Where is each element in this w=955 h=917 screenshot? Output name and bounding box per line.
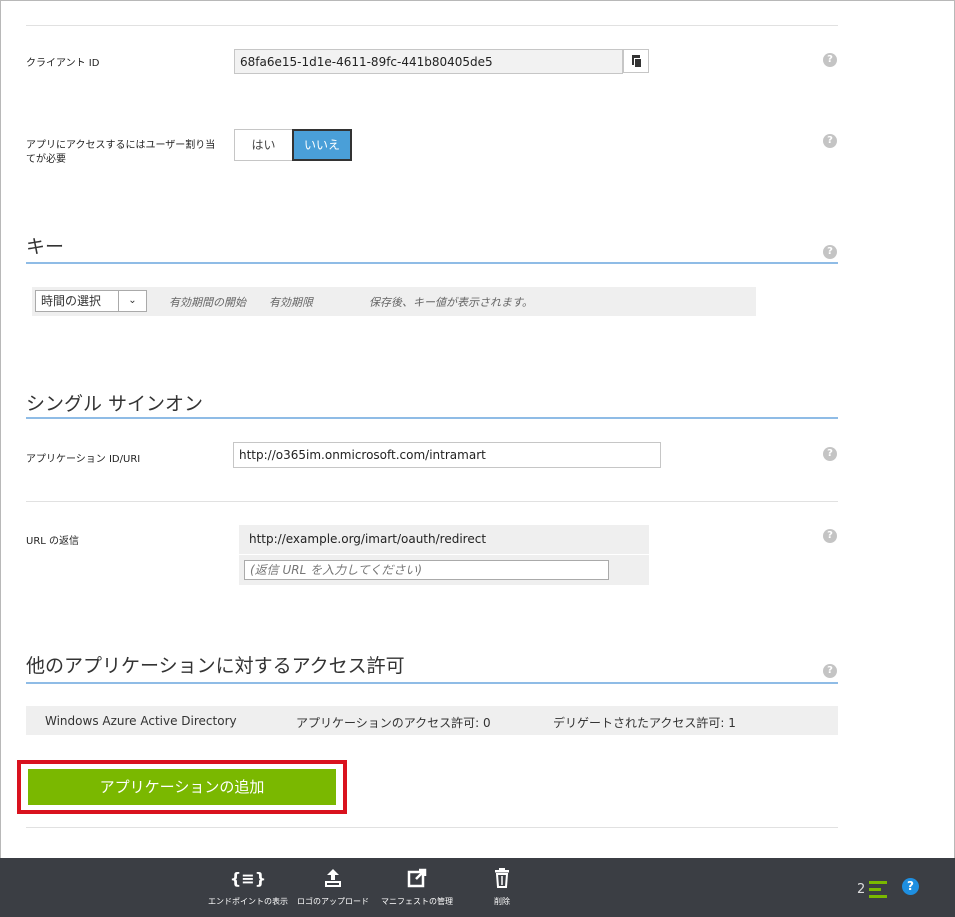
help-icon[interactable]: ?	[823, 447, 837, 461]
section-title-permissions: 他のアプリケーションに対するアクセス許可	[26, 655, 405, 677]
divider	[26, 501, 838, 502]
notifications-icon[interactable]	[869, 881, 887, 898]
client-id-field[interactable]: 68fa6e15-1d1e-4611-89fc-441b80405de5	[234, 49, 623, 74]
section-title-sso: シングル サインオン	[26, 393, 204, 415]
upload-logo-button[interactable]: ロゴのアップロード	[293, 858, 373, 917]
external-link-icon	[377, 868, 457, 890]
notification-count: 2	[857, 882, 866, 897]
command-bar: {≡} エンドポイントの表示 ロゴのアップロード マニフェストの管理 削除 2 …	[0, 858, 955, 917]
help-icon[interactable]: ?	[823, 134, 837, 148]
delegated-permissions-count: デリゲートされたアクセス許可: 1	[553, 716, 736, 730]
duration-select[interactable]: 時間の選択 ⌄	[35, 290, 147, 312]
user-assignment-label: アプリにアクセスするにはユーザー割り当 てが必要	[26, 140, 216, 165]
expire-label: 有効期限	[269, 296, 313, 309]
reply-url-input[interactable]: (返信 URL を入力してください)	[244, 560, 609, 580]
help-button[interactable]: ?	[902, 878, 919, 895]
section-title-keys: キー	[26, 236, 65, 258]
permission-app-name: Windows Azure Active Directory	[45, 714, 237, 728]
add-application-button[interactable]: アプリケーションの追加	[28, 769, 336, 805]
key-row: 時間の選択 ⌄ 有効期間の開始 有効期限 保存後、キー値が表示されます。	[32, 287, 756, 316]
reply-url-value[interactable]: http://example.org/imart/oauth/redirect	[249, 532, 486, 546]
chevron-down-icon: ⌄	[118, 291, 146, 311]
toggle-no[interactable]: いいえ	[292, 129, 352, 161]
highlight-box: アプリケーションの追加	[17, 760, 347, 814]
reply-url-label: URL の返信	[26, 536, 80, 547]
divider	[26, 25, 838, 26]
start-label: 有効期間の開始	[169, 296, 246, 309]
help-icon[interactable]: ?	[823, 245, 837, 259]
upload-icon	[293, 868, 373, 890]
view-endpoints-button[interactable]: {≡} エンドポイントの表示	[205, 858, 291, 917]
reply-url-row: http://example.org/imart/oauth/redirect	[239, 525, 649, 554]
delete-button[interactable]: 削除	[478, 858, 526, 917]
app-permissions-count: アプリケーションのアクセス許可: 0	[296, 716, 491, 730]
key-note: 保存後、キー値が表示されます。	[369, 296, 533, 309]
endpoints-icon: {≡}	[229, 869, 267, 888]
help-icon[interactable]: ?	[823, 529, 837, 543]
section-underline	[26, 262, 838, 264]
reply-url-new-row: (返信 URL を入力してください)	[239, 555, 649, 585]
divider	[26, 827, 838, 828]
help-icon[interactable]: ?	[823, 53, 837, 67]
toggle-yes[interactable]: はい	[234, 129, 293, 161]
section-underline	[26, 682, 838, 684]
manage-manifest-button[interactable]: マニフェストの管理	[377, 858, 457, 917]
app-id-input[interactable]: http://o365im.onmicrosoft.com/intramart	[233, 442, 661, 468]
permission-row[interactable]: Windows Azure Active Directory アプリケーションの…	[26, 706, 838, 735]
help-icon[interactable]: ?	[823, 664, 837, 678]
app-id-label: アプリケーション ID/URI	[26, 454, 141, 465]
copy-button[interactable]	[623, 49, 649, 73]
client-id-label: クライアント ID	[26, 58, 100, 69]
trash-icon	[478, 868, 526, 890]
section-underline	[26, 417, 838, 419]
